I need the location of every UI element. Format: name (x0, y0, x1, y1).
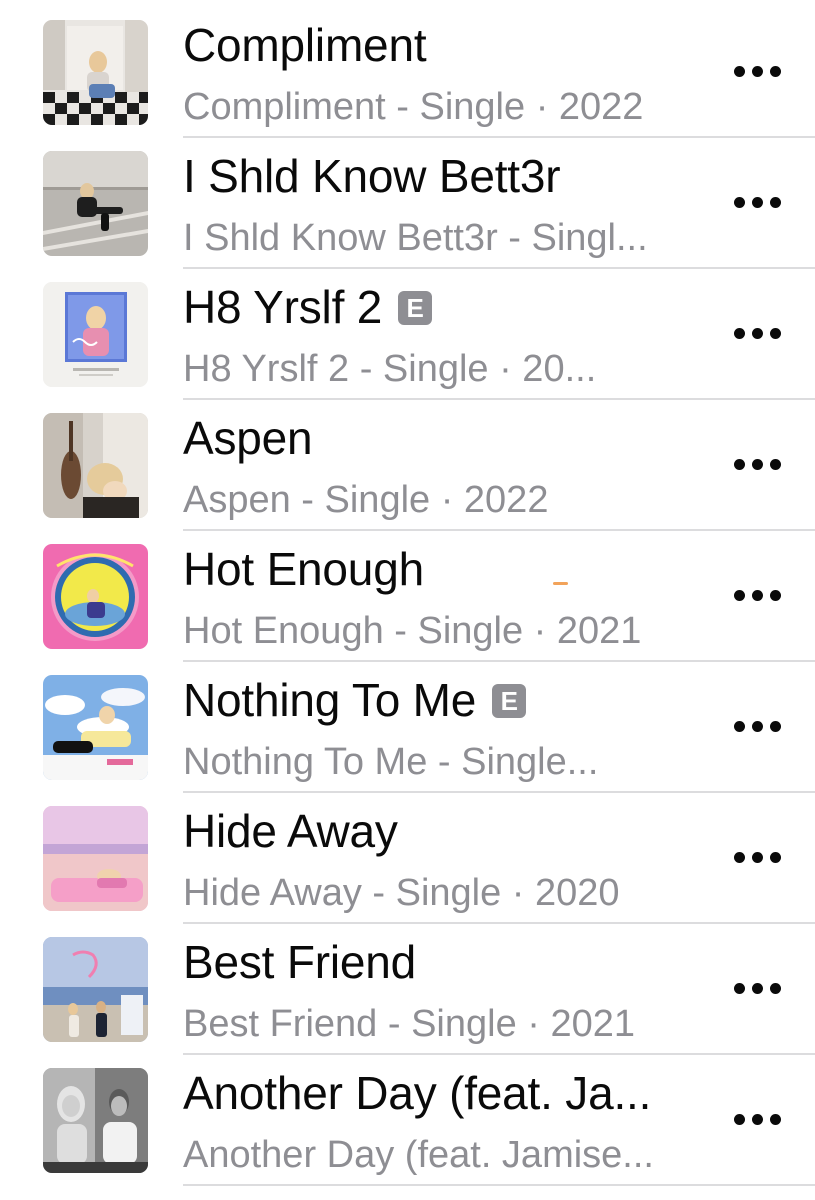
song-title: Aspen (183, 410, 313, 466)
song-title-text: Nothing To Me (183, 674, 477, 726)
song-subtitle: Another Day (feat. Jamise... (183, 1134, 654, 1176)
ellipsis-icon-dot (770, 66, 781, 77)
row-separator (183, 1184, 815, 1186)
song-row-i-shld-know-bett3r[interactable]: I Shld Know Bett3r I Shld Know Bett3r - … (0, 131, 815, 269)
song-row-aspen[interactable]: Aspen Aspen - Single · 2022 (0, 393, 815, 531)
song-title-text: Another Day (feat. Ja... (183, 1067, 652, 1119)
song-title-text: Best Friend (183, 936, 417, 988)
ellipsis-icon-dot (752, 328, 763, 339)
album-art-compliment[interactable] (43, 20, 148, 125)
ellipsis-icon-dot (752, 852, 763, 863)
album-art-nothing-to-me-image (43, 675, 148, 780)
song-subtitle: Hot Enough - Single · 2021 (183, 610, 642, 652)
more-options-button[interactable] (731, 445, 783, 485)
ellipsis-icon-dot (752, 1114, 763, 1125)
song-title-text: Hot Enough (183, 543, 424, 595)
album-art-aspen[interactable] (43, 413, 148, 518)
more-options-button[interactable] (731, 838, 783, 878)
song-list: Compliment Compliment - Single · 2022 I … (0, 0, 815, 1200)
more-options-button[interactable] (731, 1100, 783, 1140)
ellipsis-icon-dot (752, 66, 763, 77)
ellipsis-icon-dot (734, 852, 745, 863)
more-options-button[interactable] (731, 576, 783, 616)
song-title-text: Hide Away (183, 805, 398, 857)
ellipsis-icon-dot (770, 590, 781, 601)
ellipsis-icon-dot (734, 328, 745, 339)
album-art-aspen-image (43, 413, 148, 518)
ellipsis-icon-dot (734, 983, 745, 994)
song-subtitle: I Shld Know Bett3r - Singl... (183, 217, 648, 259)
album-art-nothing-to-me[interactable] (43, 675, 148, 780)
more-options-button[interactable] (731, 707, 783, 747)
song-title: H8 Yrslf 2 E (183, 279, 433, 335)
song-title: Hide Away (183, 803, 398, 859)
ellipsis-icon-dot (752, 983, 763, 994)
song-row-nothing-to-me[interactable]: Nothing To Me E Nothing To Me - Single... (0, 655, 815, 793)
ellipsis-icon-dot (770, 983, 781, 994)
song-title: Best Friend (183, 934, 416, 990)
song-title: Nothing To Me E (183, 672, 527, 728)
more-options-button[interactable] (731, 314, 783, 354)
ellipsis-icon-dot (770, 1114, 781, 1125)
song-subtitle: Best Friend - Single · 2021 (183, 1003, 636, 1045)
ellipsis-icon-dot (752, 721, 763, 732)
song-subtitle: Aspen - Single · 2022 (183, 479, 549, 521)
album-art-hide-away[interactable] (43, 806, 148, 911)
album-art-hot-enough[interactable] (43, 544, 148, 649)
album-art-h8-yrslf-2-image (43, 282, 148, 387)
explicit-badge: E (398, 291, 433, 325)
song-subtitle: H8 Yrslf 2 - Single · 20... (183, 348, 597, 390)
song-row-h8-yrslf-2[interactable]: H8 Yrslf 2 E H8 Yrslf 2 - Single · 20... (0, 262, 815, 400)
ellipsis-icon-dot (734, 459, 745, 470)
stray-mark (553, 582, 568, 585)
ellipsis-icon-dot (752, 590, 763, 601)
ellipsis-icon-dot (734, 590, 745, 601)
song-title-text: H8 Yrslf 2 (183, 281, 383, 333)
song-title-text: Aspen (183, 412, 313, 464)
song-row-hot-enough[interactable]: Hot Enough Hot Enough - Single · 2021 (0, 524, 815, 662)
song-title-text: Compliment (183, 19, 427, 71)
more-options-button[interactable] (731, 969, 783, 1009)
album-art-another-day-image (43, 1068, 148, 1173)
more-options-button[interactable] (731, 183, 783, 223)
ellipsis-icon-dot (734, 66, 745, 77)
ellipsis-icon-dot (770, 197, 781, 208)
song-subtitle: Hide Away - Single · 2020 (183, 872, 620, 914)
song-row-compliment[interactable]: Compliment Compliment - Single · 2022 (0, 0, 815, 138)
ellipsis-icon-dot (734, 197, 745, 208)
song-row-another-day[interactable]: Another Day (feat. Ja... Another Day (fe… (0, 1048, 815, 1186)
ellipsis-icon-dot (734, 1114, 745, 1125)
song-subtitle: Nothing To Me - Single... (183, 741, 599, 783)
album-art-i-shld-know-bett3r-image (43, 151, 148, 256)
ellipsis-icon-dot (770, 721, 781, 732)
more-options-button[interactable] (731, 52, 783, 92)
song-title: Hot Enough (183, 541, 424, 597)
explicit-badge: E (492, 684, 527, 718)
album-art-h8-yrslf-2[interactable] (43, 282, 148, 387)
ellipsis-icon-dot (770, 459, 781, 470)
ellipsis-icon-dot (770, 852, 781, 863)
album-art-hot-enough-image (43, 544, 148, 649)
album-art-another-day[interactable] (43, 1068, 148, 1173)
ellipsis-icon-dot (734, 721, 745, 732)
song-title-text: I Shld Know Bett3r (183, 150, 561, 202)
ellipsis-icon-dot (770, 328, 781, 339)
album-art-best-friend-image (43, 937, 148, 1042)
album-art-hide-away-image (43, 806, 148, 911)
ellipsis-icon-dot (752, 459, 763, 470)
song-row-hide-away[interactable]: Hide Away Hide Away - Single · 2020 (0, 786, 815, 924)
song-title: Another Day (feat. Ja... (183, 1065, 651, 1121)
album-art-i-shld-know-bett3r[interactable] (43, 151, 148, 256)
ellipsis-icon-dot (752, 197, 763, 208)
album-art-best-friend[interactable] (43, 937, 148, 1042)
album-art-compliment-image (43, 20, 148, 125)
song-subtitle: Compliment - Single · 2022 (183, 86, 644, 128)
song-row-best-friend[interactable]: Best Friend Best Friend - Single · 2021 (0, 917, 815, 1055)
song-title: Compliment (183, 17, 427, 73)
song-title: I Shld Know Bett3r (183, 148, 561, 204)
